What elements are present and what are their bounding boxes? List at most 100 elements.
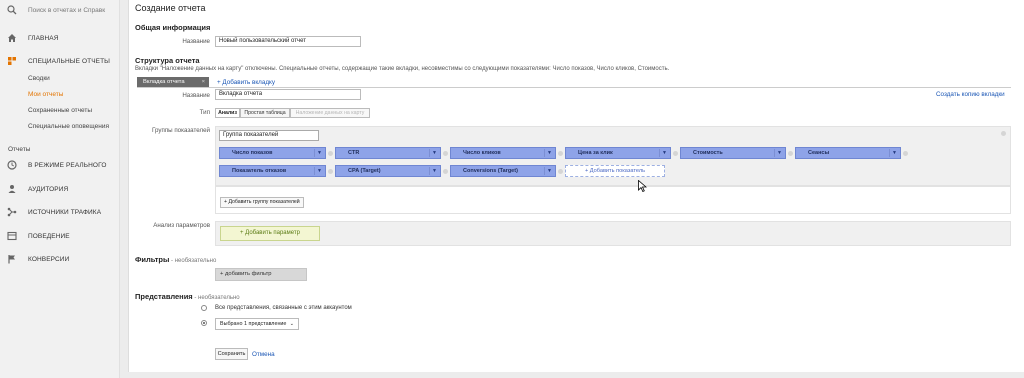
tab-divider (137, 87, 1011, 88)
nav-realtime[interactable]: В РЕЖИМЕ РЕАЛЬНОГО (0, 157, 120, 173)
search-bar[interactable]: Поиск в отчетах и Справк (0, 0, 120, 20)
type-explorer-button[interactable]: Анализ (215, 108, 240, 118)
nav-home[interactable]: ГЛАВНАЯ (0, 30, 120, 46)
close-icon[interactable]: × (202, 77, 205, 87)
sub-item-saved-reports[interactable]: Сохраненные отчеты (28, 107, 92, 114)
remove-group-icon[interactable] (1001, 131, 1006, 136)
chevron-down-icon: ▼ (317, 150, 322, 156)
search-icon (7, 5, 17, 15)
tab-name-label: Название (182, 92, 210, 99)
remove-metric-icon[interactable] (328, 169, 333, 174)
selected-views-radio[interactable] (201, 320, 207, 326)
metric-chip-cost[interactable]: Стоимость ▼ (680, 147, 786, 159)
metric-chip-cpc[interactable]: Цена за клик ▼ (565, 147, 671, 159)
chevron-down-icon: ▼ (547, 168, 552, 174)
sub-item-overview[interactable]: Сводки (28, 75, 50, 82)
metric-chip-bounce-rate[interactable]: Показатель отказов ▼ (219, 165, 326, 177)
traffic-sources-icon (7, 207, 17, 217)
metric-chip-label: Сеансы (808, 150, 830, 156)
metric-group-box: Группа показателей Число показов ▼ CTR ▼ Ч… (215, 126, 1011, 186)
add-group-area: + Добавить группу показателей (215, 186, 1011, 214)
nav-traffic-sources-label: ИСТОЧНИКИ ТРАФИКА (28, 208, 102, 216)
views-heading: Представления - необязательно (135, 292, 240, 301)
remove-metric-icon[interactable] (443, 151, 448, 156)
chevron-down-icon: ▼ (777, 150, 782, 156)
flag-icon (7, 254, 17, 264)
metric-chip-cpa-target[interactable]: CPA (Target) ▼ (335, 165, 441, 177)
remove-metric-icon[interactable] (673, 151, 678, 156)
save-button[interactable]: Сохранить (215, 348, 248, 360)
chevron-down-icon: ▼ (432, 168, 437, 174)
nav-behavior[interactable]: ПОВЕДЕНИЕ (0, 228, 120, 244)
remove-metric-icon[interactable] (788, 151, 793, 156)
remove-metric-icon[interactable] (558, 151, 563, 156)
metric-chip-label: Число кликов (463, 150, 501, 156)
views-title: Представления (135, 292, 193, 301)
nav-traffic-sources[interactable]: ИСТОЧНИКИ ТРАФИКА (0, 204, 120, 220)
report-structure-heading: Структура отчета (135, 56, 200, 65)
sub-item-custom-alerts[interactable]: Специальные оповещения (28, 123, 109, 130)
chevron-down-icon: ▼ (662, 150, 667, 156)
search-input[interactable]: Поиск в отчетах и Справк (28, 7, 105, 14)
metric-chip-label: CPA (Target) (348, 168, 381, 174)
metric-chip-label: Показатель отказов (232, 168, 287, 174)
type-flat-table-button[interactable]: Простая таблица (240, 108, 290, 118)
nav-conversions[interactable]: КОНВЕРСИИ (0, 251, 120, 267)
views-select-value: Выбрано 1 представление (220, 321, 287, 327)
behavior-icon (7, 231, 17, 241)
metric-chip-label: Стоимость (693, 150, 723, 156)
chevron-down-icon: ▼ (892, 150, 897, 156)
views-select[interactable]: Выбрано 1 представление ⌄ (215, 318, 299, 330)
group-name-input[interactable]: Группа показателей (219, 130, 319, 141)
report-editor-panel: Создание отчета Общая информация Названи… (128, 0, 1024, 372)
clock-icon (7, 160, 17, 170)
views-optional: - необязательно (192, 295, 240, 301)
nav-realtime-label: В РЕЖИМЕ РЕАЛЬНОГО (28, 161, 107, 169)
nav-audience[interactable]: АУДИТОРИЯ (0, 181, 120, 197)
all-views-radio[interactable] (201, 305, 207, 311)
nav-audience-label: АУДИТОРИЯ (28, 185, 69, 193)
dimension-drilldown-box: + Добавить параметр (215, 221, 1011, 246)
nav-custom-reports-label: СПЕЦИАЛЬНЫЕ ОТЧЕТЫ (28, 57, 110, 65)
all-views-label: Все представления, связанные с этим акка… (215, 305, 352, 311)
metric-chip-clicks[interactable]: Число кликов ▼ (450, 147, 556, 159)
remove-metric-icon[interactable] (903, 151, 908, 156)
metric-chip-conversions-target[interactable]: Conversions (Target) ▼ (450, 165, 556, 177)
tab-name-input[interactable]: Вкладка отчета (215, 89, 361, 100)
cancel-link[interactable]: Отмена (252, 351, 275, 358)
add-metric-group-button[interactable]: + Добавить группу показателей (220, 197, 304, 208)
sub-item-my-reports[interactable]: Мои отчеты (28, 91, 63, 98)
mouse-cursor-icon (638, 180, 647, 192)
report-name-input[interactable]: Новый пользовательский отчет (215, 36, 361, 47)
copy-tab-link[interactable]: Создать копию вкладки (936, 91, 1005, 98)
structure-note: Вкладки "Наложение данных на карту" откл… (135, 66, 670, 72)
remove-metric-icon[interactable] (558, 169, 563, 174)
reports-section-label: Отчеты (8, 146, 31, 153)
metric-chip-impressions[interactable]: Число показов ▼ (219, 147, 326, 159)
nav-custom-reports[interactable]: СПЕЦИАЛЬНЫЕ ОТЧЕТЫ (0, 53, 120, 69)
page-title: Создание отчета (135, 3, 206, 13)
general-info-heading: Общая информация (135, 23, 211, 32)
metric-chip-label: Цена за клик (578, 150, 613, 156)
custom-reports-icon (7, 56, 17, 66)
add-filter-button[interactable]: + добавить фильтр (215, 268, 307, 281)
filters-title: Фильтры (135, 255, 170, 264)
remove-metric-icon[interactable] (328, 151, 333, 156)
person-icon (7, 184, 17, 194)
report-name-label: Название (182, 38, 210, 45)
dimension-drilldowns-label: Анализ параметров (153, 222, 210, 229)
metric-chip-label: Conversions (Target) (463, 168, 518, 174)
tab-report-tab-label: Вкладка отчета (143, 79, 185, 85)
type-label: Тип (199, 109, 210, 116)
add-dimension-button[interactable]: + Добавить параметр (220, 226, 320, 241)
home-icon (7, 33, 17, 43)
metric-chip-sessions[interactable]: Сеансы ▼ (795, 147, 901, 159)
type-map-overlay-button: Наложение данных на карту (290, 108, 370, 118)
add-metric-button[interactable]: + Добавить показатель (565, 165, 665, 177)
add-tab-link[interactable]: + Добавить вкладку (217, 79, 275, 86)
nav-home-label: ГЛАВНАЯ (28, 34, 59, 42)
metric-groups-label: Группы показателей (152, 127, 210, 134)
remove-metric-icon[interactable] (443, 169, 448, 174)
tab-report-tab[interactable]: Вкладка отчета × (137, 77, 209, 87)
metric-chip-ctr[interactable]: CTR ▼ (335, 147, 441, 159)
